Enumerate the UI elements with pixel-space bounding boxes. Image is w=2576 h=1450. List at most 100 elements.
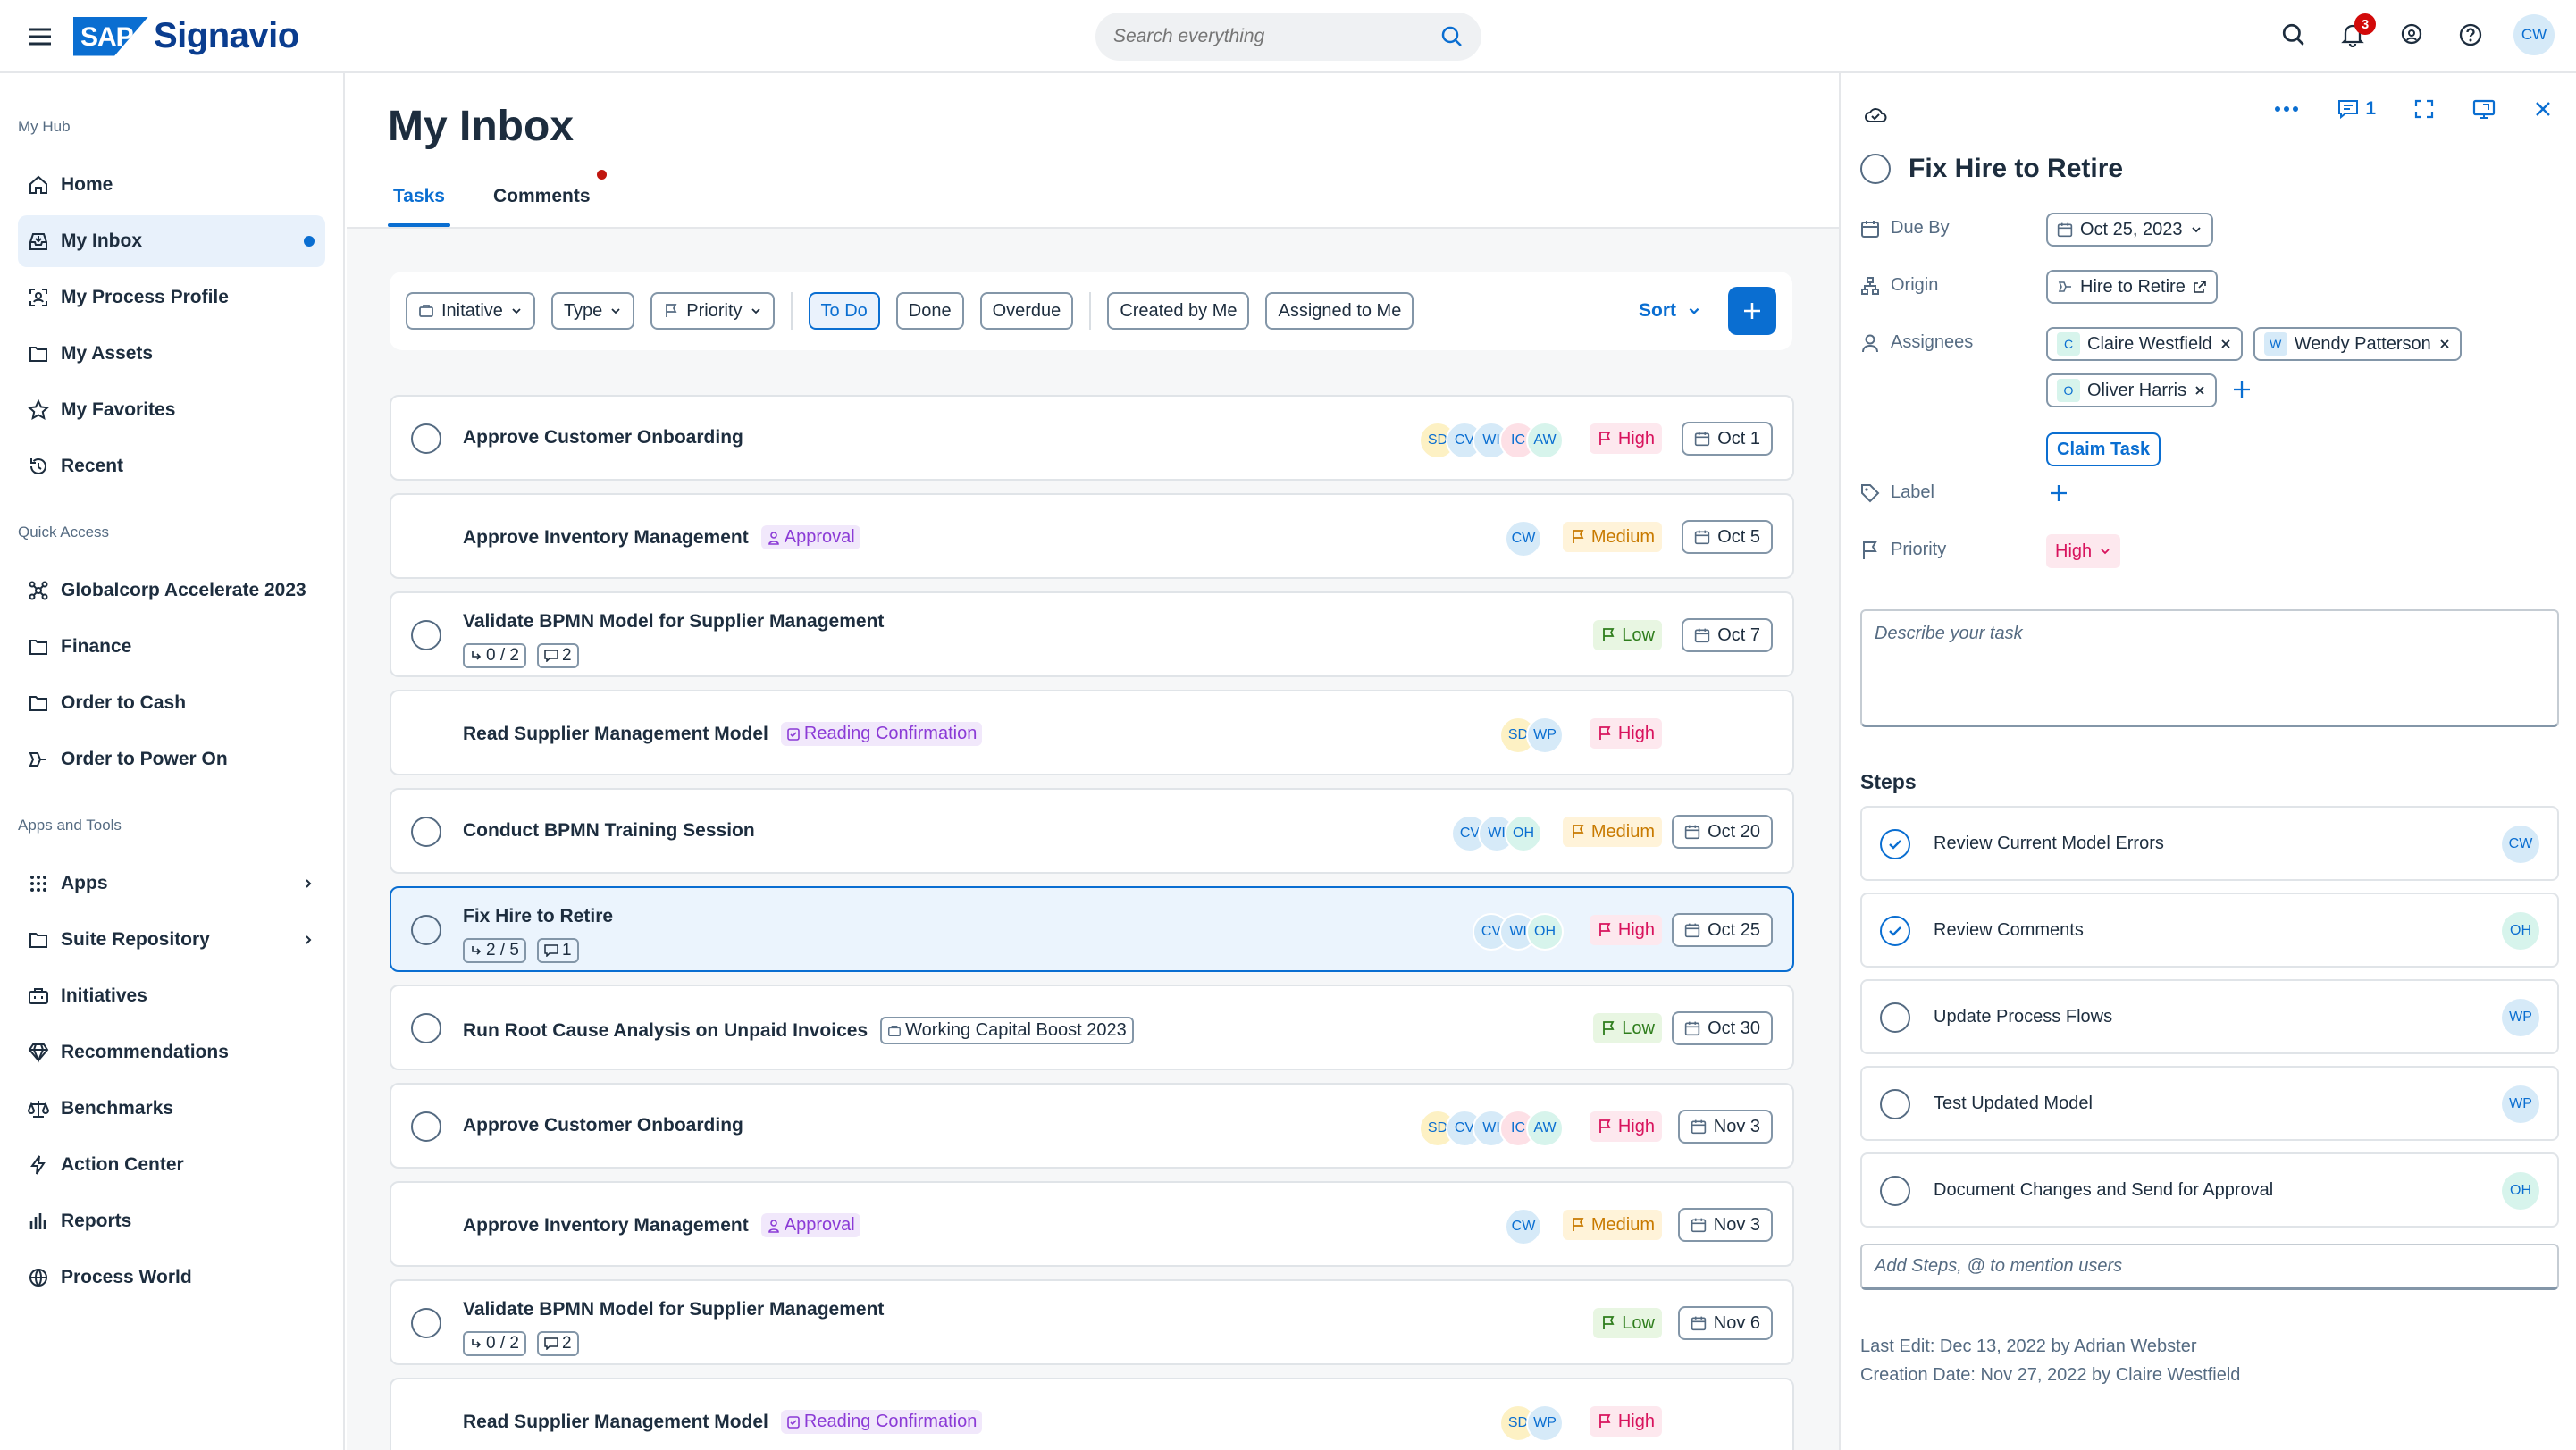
task-checkbox[interactable] xyxy=(411,620,441,650)
task-description-input[interactable]: Describe your task xyxy=(1860,609,2559,727)
remove-assignee-icon[interactable] xyxy=(2194,384,2206,397)
step-item[interactable]: Review Comments OH xyxy=(1860,893,2559,968)
sidebar-item-action-center[interactable]: Action Center xyxy=(18,1139,325,1191)
step-item[interactable]: Update Process Flows WP xyxy=(1860,979,2559,1054)
due-date-chip[interactable]: Oct 20 xyxy=(1672,815,1773,849)
due-date-chip[interactable]: Oct 25 xyxy=(1672,913,1773,947)
avatar[interactable]: OH xyxy=(1526,913,1564,951)
assigned-to-me-filter[interactable]: Assigned to Me xyxy=(1265,292,1414,330)
avatar[interactable]: CW xyxy=(1505,520,1542,557)
task-checkbox[interactable] xyxy=(411,1013,441,1043)
sidebar-item-my-favorites[interactable]: My Favorites xyxy=(18,384,325,436)
due-date-chip[interactable]: Oct 1 xyxy=(1682,422,1773,456)
task-row[interactable]: Approve Customer Onboarding Oct 1 High SD CV… xyxy=(390,395,1794,481)
remove-assignee-icon[interactable] xyxy=(2438,338,2451,350)
comments-button[interactable]: 1 xyxy=(2337,98,2376,120)
due-date-chip[interactable]: Oct 30 xyxy=(1672,1011,1773,1045)
initiative-filter[interactable]: Initative xyxy=(406,292,535,330)
due-date-chip[interactable]: Oct 5 xyxy=(1682,520,1773,554)
sidebar-item-my-assets[interactable]: My Assets xyxy=(18,328,325,380)
assignee-chip[interactable]: C Claire Westfield xyxy=(2046,327,2243,361)
sidebar-item-finance[interactable]: Finance xyxy=(18,621,325,673)
priority-filter[interactable]: Priority xyxy=(650,292,775,330)
tab-tasks[interactable]: Tasks xyxy=(388,186,450,227)
step-checkbox[interactable] xyxy=(1880,1089,1910,1119)
step-item[interactable]: Document Changes and Send for Approval OH xyxy=(1860,1152,2559,1228)
step-checkbox[interactable] xyxy=(1880,1176,1910,1206)
step-checkbox[interactable] xyxy=(1880,1002,1910,1033)
avatar[interactable]: CW xyxy=(1505,1208,1542,1245)
task-row[interactable]: Fix Hire to Retire 2 / 5 1 Oct 25 High CV WI OH xyxy=(390,886,1794,972)
task-row[interactable]: Run Root Cause Analysis on Unpaid Invoic… xyxy=(390,985,1794,1070)
step-item[interactable]: Test Updated Model WP xyxy=(1860,1066,2559,1141)
search-icon[interactable] xyxy=(1440,25,1464,48)
assignee-chip[interactable]: W Wendy Patterson xyxy=(2253,327,2462,361)
close-icon[interactable] xyxy=(2533,99,2553,119)
app-logo[interactable]: SAP Signavio xyxy=(73,16,299,56)
task-row[interactable]: Read Supplier Management Model Reading Co… xyxy=(390,1378,1794,1450)
menu-icon[interactable] xyxy=(27,23,54,50)
user-avatar[interactable]: CW xyxy=(2513,14,2555,55)
status-done-filter[interactable]: Done xyxy=(895,292,964,330)
avatar[interactable]: AW xyxy=(1526,1110,1564,1147)
sidebar-item-suite-repository[interactable]: Suite Repository xyxy=(18,914,325,966)
search-icon[interactable] xyxy=(2278,19,2310,51)
status-overdue-filter[interactable]: Overdue xyxy=(979,292,1074,330)
detach-window-icon[interactable] xyxy=(2472,98,2496,120)
task-row[interactable]: Approve Customer Onboarding Nov 3 High SD CV… xyxy=(390,1083,1794,1169)
sidebar-item-globalcorp-accelerate-2023[interactable]: Globalcorp Accelerate 2023 xyxy=(18,565,325,616)
task-row[interactable]: Approve Inventory Management Approval Oct … xyxy=(390,493,1794,579)
sidebar-item-my-process-profile[interactable]: My Process Profile xyxy=(18,272,325,323)
notifications-icon[interactable]: 3 xyxy=(2337,13,2376,51)
add-assignee-icon[interactable] xyxy=(2228,373,2253,407)
task-checkbox[interactable] xyxy=(411,915,441,945)
due-date-picker[interactable]: Oct 25, 2023 xyxy=(2046,213,2213,247)
due-date-chip[interactable]: Nov 3 xyxy=(1677,1208,1773,1242)
task-row[interactable]: Validate BPMN Model for Supplier Managem… xyxy=(390,1279,1794,1365)
sort-button[interactable]: Sort xyxy=(1639,300,1701,322)
created-by-me-filter[interactable]: Created by Me xyxy=(1107,292,1250,330)
origin-link[interactable]: Hire to Retire xyxy=(2046,270,2218,304)
add-label-icon[interactable] xyxy=(2046,477,2069,504)
feedback-icon[interactable] xyxy=(2396,19,2428,51)
sidebar-item-apps[interactable]: Apps xyxy=(18,858,325,909)
sidebar-item-initiatives[interactable]: Initiatives xyxy=(18,970,325,1022)
task-checkbox[interactable] xyxy=(411,1111,441,1142)
due-date-chip[interactable]: Oct 7 xyxy=(1682,618,1773,652)
expand-icon[interactable] xyxy=(2413,98,2435,120)
sidebar-item-home[interactable]: Home xyxy=(18,159,325,211)
add-task-button[interactable] xyxy=(1728,287,1776,335)
step-checkbox[interactable] xyxy=(1880,916,1910,946)
step-assignee-avatar[interactable]: WP xyxy=(2502,1085,2539,1123)
assignee-chip[interactable]: O Oliver Harris xyxy=(2046,373,2218,407)
priority-select[interactable]: High xyxy=(2046,534,2121,568)
tab-comments[interactable]: Comments xyxy=(493,186,591,207)
task-checkbox[interactable] xyxy=(411,817,441,847)
task-row[interactable]: Validate BPMN Model for Supplier Managem… xyxy=(390,591,1794,677)
help-icon[interactable] xyxy=(2454,19,2487,51)
avatar[interactable]: OH xyxy=(1505,815,1542,852)
step-assignee-avatar[interactable]: WP xyxy=(2502,999,2539,1036)
task-row[interactable]: Conduct BPMN Training Session Oct 20 Mediu… xyxy=(390,788,1794,874)
step-assignee-avatar[interactable]: CW xyxy=(2502,826,2539,863)
step-assignee-avatar[interactable]: OH xyxy=(2502,1172,2539,1210)
due-date-chip[interactable]: Nov 6 xyxy=(1677,1306,1773,1340)
remove-assignee-icon[interactable] xyxy=(2219,338,2232,350)
sidebar-item-order-to-cash[interactable]: Order to Cash xyxy=(18,677,325,729)
status-todo-filter[interactable]: To Do xyxy=(808,292,880,330)
due-date-chip[interactable]: Nov 3 xyxy=(1677,1110,1773,1144)
sidebar-item-benchmarks[interactable]: Benchmarks xyxy=(18,1083,325,1135)
sidebar-item-reports[interactable]: Reports xyxy=(18,1195,325,1247)
sidebar-item-recommendations[interactable]: Recommendations xyxy=(18,1027,325,1078)
complete-task-checkbox[interactable] xyxy=(1860,154,1891,184)
sidebar-item-process-world[interactable]: Process World xyxy=(18,1252,325,1303)
avatar[interactable]: WP xyxy=(1526,717,1564,754)
add-steps-input[interactable]: Add Steps, @ to mention users xyxy=(1860,1244,2559,1290)
avatar[interactable]: AW xyxy=(1526,422,1564,459)
more-options-icon[interactable] xyxy=(2274,105,2299,113)
task-checkbox[interactable] xyxy=(411,423,441,454)
sidebar-item-recent[interactable]: Recent xyxy=(18,440,325,492)
type-filter[interactable]: Type xyxy=(550,292,635,330)
search-input[interactable] xyxy=(1113,26,1440,47)
step-checkbox[interactable] xyxy=(1880,829,1910,859)
